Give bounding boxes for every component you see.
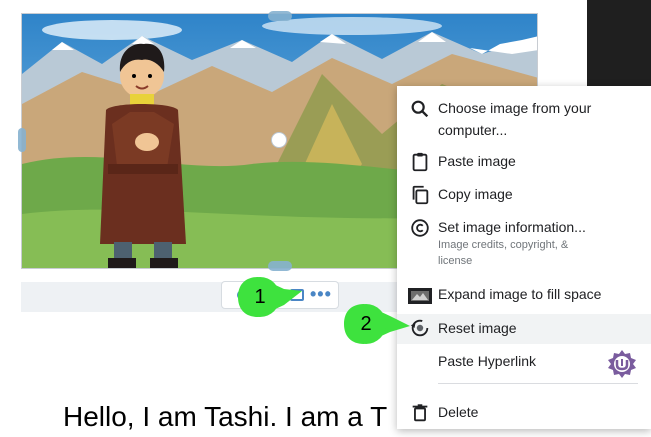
menu-item-reset-image[interactable]: Reset image	[397, 314, 651, 344]
menu-item-label: Choose image from your	[438, 100, 592, 116]
image-context-menu: Choose image from your computer... Paste…	[397, 86, 651, 429]
menu-item-label: Copy image	[438, 186, 513, 202]
image-center-handle[interactable]	[271, 132, 287, 148]
trash-icon	[412, 404, 428, 422]
menu-item-copy-image[interactable]: Copy image	[397, 183, 651, 211]
menu-separator	[438, 383, 638, 384]
menu-item-label-line2: computer...	[438, 122, 508, 138]
resize-handle-top[interactable]	[268, 11, 292, 21]
menu-item-delete[interactable]: Delete	[397, 401, 651, 429]
menu-item-choose-image[interactable]: Choose image from your computer...	[397, 96, 651, 142]
bloom-logo-icon	[608, 350, 636, 378]
copyright-icon	[411, 219, 429, 237]
copy-icon	[412, 185, 429, 205]
callout-number: 2	[360, 312, 372, 335]
resize-handle-left[interactable]	[18, 128, 26, 152]
menu-item-label: Paste image	[438, 153, 516, 169]
clipboard-icon	[412, 152, 428, 172]
menu-item-subtext: Image credits, copyright, &	[438, 239, 569, 251]
page-text[interactable]: Hello, I am Tashi. I am a T	[63, 397, 387, 437]
callout-number: 1	[254, 285, 266, 308]
menu-item-expand-image[interactable]: Expand image to fill space	[397, 283, 651, 311]
menu-item-set-image-information[interactable]: Set image information... Image credits, …	[397, 216, 651, 272]
more-dots-icon[interactable]: •••	[310, 284, 332, 304]
menu-item-label: Expand image to fill space	[438, 286, 602, 302]
menu-item-label: Delete	[438, 404, 479, 420]
resize-handle-bottom[interactable]	[268, 261, 292, 271]
menu-item-label: Set image information...	[438, 219, 586, 235]
menu-item-label: Paste Hyperlink	[438, 353, 537, 369]
search-icon	[411, 100, 429, 118]
menu-item-subtext-line2: license	[438, 255, 473, 267]
dark-panel-corner	[587, 0, 651, 86]
menu-item-paste-image[interactable]: Paste image	[397, 150, 651, 178]
callout-1: 1	[236, 275, 308, 324]
callout-2: 2	[342, 302, 414, 351]
menu-item-label: Reset image	[438, 320, 517, 336]
